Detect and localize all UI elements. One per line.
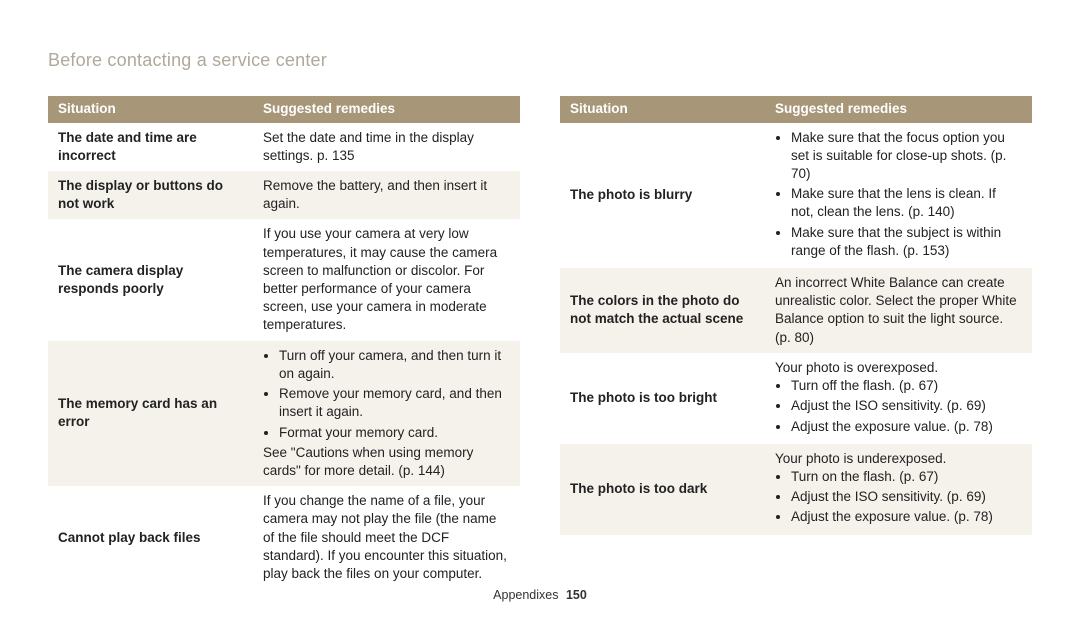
remedy-list: Make sure that the focus option you set …: [775, 129, 1022, 261]
table-row: Cannot play back files If you change the…: [48, 486, 520, 589]
content-columns: Situation Suggested remedies The date an…: [48, 96, 1032, 589]
situation-cell: The memory card has an error: [48, 341, 253, 487]
table-row: The photo is too dark Your photo is unde…: [560, 444, 1032, 535]
remedy-lead: Your photo is underexposed.: [775, 450, 1022, 468]
remedy-cell: An incorrect White Balance can create un…: [765, 268, 1032, 353]
remedy-cell: Your photo is underexposed. Turn on the …: [765, 444, 1032, 535]
situation-cell: The photo is too dark: [560, 444, 765, 535]
col-header-situation: Situation: [560, 96, 765, 122]
remedy-cell: Set the date and time in the display set…: [253, 123, 520, 171]
manual-page: Before contacting a service center Situa…: [0, 0, 1080, 630]
page-footer: Appendixes 150: [0, 587, 1080, 604]
situation-cell: The date and time are incorrect: [48, 123, 253, 171]
table-row: The date and time are incorrect Set the …: [48, 123, 520, 171]
remedy-lead: Your photo is overexposed.: [775, 359, 1022, 377]
footer-section: Appendixes: [493, 588, 558, 602]
list-item: Format your memory card.: [279, 424, 510, 442]
table-row: The photo is blurry Make sure that the f…: [560, 123, 1032, 269]
remedy-list: Turn on the flash. (p. 67) Adjust the IS…: [775, 468, 1022, 527]
list-item: Adjust the exposure value. (p. 78): [791, 418, 1022, 436]
situation-cell: The photo is too bright: [560, 353, 765, 444]
table-row: The display or buttons do not work Remov…: [48, 171, 520, 219]
remedy-cell: If you change the name of a file, your c…: [253, 486, 520, 589]
remedy-cell: If you use your camera at very low tempe…: [253, 219, 520, 340]
col-header-remedies: Suggested remedies: [765, 96, 1032, 122]
remedy-cell: Remove the battery, and then insert it a…: [253, 171, 520, 219]
remedy-list: Turn off the flash. (p. 67) Adjust the I…: [775, 377, 1022, 436]
remedy-cell: Make sure that the focus option you set …: [765, 123, 1032, 269]
list-item: Adjust the ISO sensitivity. (p. 69): [791, 488, 1022, 506]
col-header-situation: Situation: [48, 96, 253, 122]
situation-cell: The colors in the photo do not match the…: [560, 268, 765, 353]
list-item: Turn on the flash. (p. 67): [791, 468, 1022, 486]
table-row: The colors in the photo do not match the…: [560, 268, 1032, 353]
remedy-list: Turn off your camera, and then turn it o…: [263, 347, 510, 442]
left-column: Situation Suggested remedies The date an…: [48, 96, 520, 589]
list-item: Make sure that the focus option you set …: [791, 129, 1022, 184]
situation-cell: Cannot play back files: [48, 486, 253, 589]
list-item: Turn off your camera, and then turn it o…: [279, 347, 510, 383]
table-row: The camera display responds poorly If yo…: [48, 219, 520, 340]
list-item: Remove your memory card, and then insert…: [279, 385, 510, 421]
list-item: Turn off the flash. (p. 67): [791, 377, 1022, 395]
table-row: The photo is too bright Your photo is ov…: [560, 353, 1032, 444]
page-number: 150: [566, 588, 587, 602]
situation-cell: The display or buttons do not work: [48, 171, 253, 219]
right-column: Situation Suggested remedies The photo i…: [560, 96, 1032, 589]
page-title: Before contacting a service center: [48, 48, 1032, 72]
list-item: Make sure that the subject is within ran…: [791, 224, 1022, 260]
table-row: The memory card has an error Turn off yo…: [48, 341, 520, 487]
list-item: Adjust the exposure value. (p. 78): [791, 508, 1022, 526]
remedy-cell: Your photo is overexposed. Turn off the …: [765, 353, 1032, 444]
troubleshoot-table-left: Situation Suggested remedies The date an…: [48, 96, 520, 589]
troubleshoot-table-right: Situation Suggested remedies The photo i…: [560, 96, 1032, 534]
situation-cell: The photo is blurry: [560, 123, 765, 269]
remedy-cell: Turn off your camera, and then turn it o…: [253, 341, 520, 487]
remedy-footnote: See "Cautions when using memory cards" f…: [263, 444, 510, 480]
list-item: Make sure that the lens is clean. If not…: [791, 185, 1022, 221]
list-item: Adjust the ISO sensitivity. (p. 69): [791, 397, 1022, 415]
col-header-remedies: Suggested remedies: [253, 96, 520, 122]
situation-cell: The camera display responds poorly: [48, 219, 253, 340]
